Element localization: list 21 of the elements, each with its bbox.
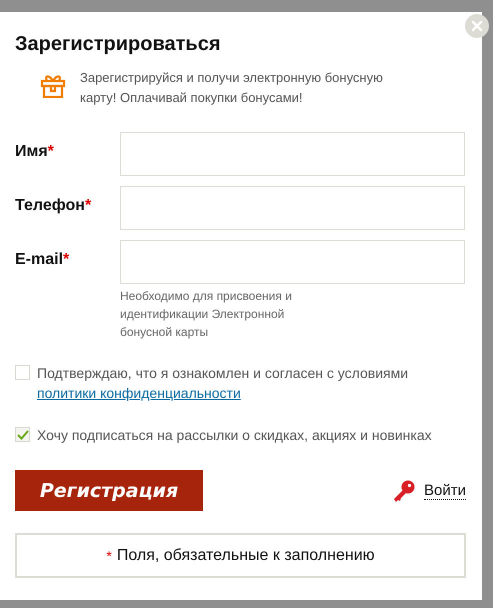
close-icon[interactable] (471, 20, 483, 32)
login-link[interactable]: Войти (424, 482, 466, 500)
field-label: Телефон* (15, 196, 92, 216)
checkbox[interactable] (15, 365, 30, 380)
hint-text: Необходимо для присвоения и идентификации Электронной бонусной карты (120, 288, 293, 341)
input-field[interactable] (120, 240, 465, 284)
field-label: E-mail* (15, 250, 70, 270)
required-mark: * (106, 548, 112, 564)
privacy-link[interactable]: политики конфиденциальности (37, 385, 241, 401)
footer-note: Поля, обязательные к заполнению (116, 546, 375, 564)
checkbox[interactable] (15, 427, 30, 442)
checkbox-label: Хочу подписаться на рассылки о скидках, акциях и новинках (37, 426, 433, 445)
input-field[interactable] (120, 132, 465, 176)
field-label: Имя* (15, 142, 55, 162)
dialog-title: Зарегистрироваться (15, 32, 222, 56)
checkbox-label: Подтверждаю, что я ознакомлен и согласен с условиями политики конфиденциальности (37, 364, 410, 403)
close-button[interactable] (465, 14, 489, 38)
key-icon (392, 478, 416, 502)
register-button[interactable]: Регистрация (15, 470, 203, 511)
promo-text: Зарегистрируйся и получи электронную бонусную карту! Оплачивай покупки бонусами! (80, 69, 384, 107)
input-field[interactable] (120, 186, 465, 230)
